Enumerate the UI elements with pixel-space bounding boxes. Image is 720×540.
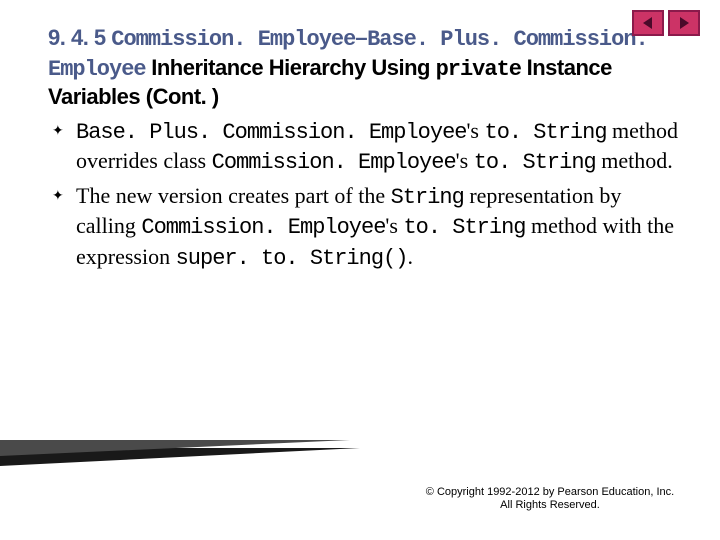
body-text: . <box>407 244 413 269</box>
body-text: method. <box>596 148 673 173</box>
heading-text1: Inheritance Hierarchy Using <box>146 55 436 80</box>
heading-class1: Commission. Employee <box>111 27 355 52</box>
code-text: to. String <box>474 150 596 175</box>
heading-separator: – <box>355 25 367 50</box>
code-text: Commission. Employee <box>212 150 456 175</box>
code-text: super. to. String() <box>176 246 408 271</box>
body-text: 's <box>456 148 474 173</box>
body-text: 's <box>466 118 484 143</box>
code-text: to. String <box>485 120 607 145</box>
prev-slide-button[interactable] <box>632 10 664 36</box>
triangle-left-icon <box>641 16 655 30</box>
next-slide-button[interactable] <box>668 10 700 36</box>
code-text: Base. Plus. Commission. Employee <box>76 120 466 145</box>
slide-heading: 9. 4. 5 Commission. Employee–Base. Plus.… <box>48 24 680 111</box>
heading-keyword: private <box>436 57 521 82</box>
decorative-wedge <box>0 440 360 470</box>
body-text: The new version creates part of the <box>76 183 391 208</box>
triangle-right-icon <box>677 16 691 30</box>
bullet-list: Base. Plus. Commission. Employee's to. S… <box>48 117 680 274</box>
bullet-item: Base. Plus. Commission. Employee's to. S… <box>48 117 680 178</box>
section-number: 9. 4. 5 <box>48 25 111 50</box>
body-text: 's <box>385 213 403 238</box>
copyright-text: © Copyright 1992-2012 by Pearson Educati… <box>420 486 680 512</box>
nav-controls <box>632 10 700 36</box>
code-text: to. String <box>403 215 525 240</box>
code-text: String <box>391 185 464 210</box>
code-text: Commission. Employee <box>141 215 385 240</box>
slide-content: 9. 4. 5 Commission. Employee–Base. Plus.… <box>0 0 720 273</box>
bullet-item: The new version creates part of the Stri… <box>48 182 680 274</box>
